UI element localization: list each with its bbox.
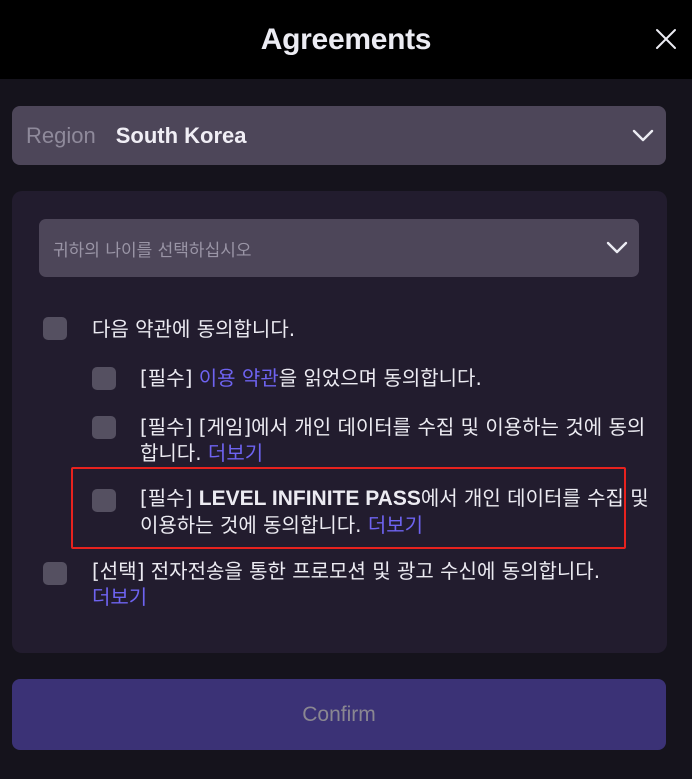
- terms-of-service-link[interactable]: 이용 약관: [199, 366, 279, 390]
- chevron-down-icon: [632, 128, 654, 144]
- promotions-text: [선택] 전자전송을 통한 프로모션 및 광고 수신에 동의합니다.: [92, 559, 601, 583]
- region-dropdown[interactable]: Region South Korea: [12, 106, 666, 165]
- game-data-label: [필수] [게임]에서 개인 데이터를 수집 및 이용하는 것에 동의합니다. …: [140, 414, 652, 466]
- level-infinite-pass-more-link[interactable]: 더보기: [368, 513, 423, 537]
- agree-all-checkbox[interactable]: [43, 317, 67, 340]
- chevron-down-icon: [606, 240, 628, 256]
- region-value: South Korea: [115, 122, 247, 148]
- dialog-header: Agreements: [0, 0, 692, 79]
- agree-all-label: 다음 약관에 동의합니다.: [92, 317, 296, 341]
- promotions-label: [선택] 전자전송을 통한 프로모션 및 광고 수신에 동의합니다. 더보기: [92, 558, 603, 610]
- close-button[interactable]: [654, 27, 678, 51]
- terms-of-service-label: [필수] 이용 약관을 읽었으며 동의합니다.: [140, 365, 482, 391]
- agreements-panel: 귀하의 나이를 선택하십시오 다음 약관에 동의합니다. [필수] 이용 약관을…: [12, 191, 667, 653]
- terms-of-service-row: [필수] 이용 약관을 읽었으며 동의합니다.: [92, 365, 482, 391]
- required-prefix: [필수]: [140, 366, 199, 390]
- dialog-title: Agreements: [260, 22, 432, 56]
- level-infinite-pass-label: [필수] LEVEL INFINITE PASS에서 개인 데이터를 수집 및 …: [140, 485, 652, 538]
- promotions-checkbox[interactable]: [43, 562, 67, 585]
- terms-of-service-suffix: 을 읽었으며 동의합니다.: [278, 366, 482, 390]
- age-placeholder: 귀하의 나이를 선택하십시오: [53, 240, 252, 261]
- confirm-label: Confirm: [302, 702, 376, 726]
- close-icon: [656, 29, 676, 49]
- confirm-button[interactable]: Confirm: [12, 679, 666, 750]
- game-data-row: [필수] [게임]에서 개인 데이터를 수집 및 이용하는 것에 동의합니다. …: [92, 414, 652, 466]
- promotions-row: [선택] 전자전송을 통한 프로모션 및 광고 수신에 동의합니다. 더보기: [43, 558, 603, 610]
- level-infinite-pass-checkbox[interactable]: [92, 489, 116, 512]
- promotions-more-link[interactable]: 더보기: [92, 585, 147, 609]
- game-data-checkbox[interactable]: [92, 416, 116, 439]
- level-infinite-pass-row: [필수] LEVEL INFINITE PASS에서 개인 데이터를 수집 및 …: [92, 485, 652, 538]
- region-label: Region: [26, 122, 96, 148]
- agree-all-row: 다음 약관에 동의합니다.: [43, 316, 295, 342]
- required-prefix: [필수]: [140, 486, 199, 510]
- age-dropdown[interactable]: 귀하의 나이를 선택하십시오: [39, 219, 639, 277]
- game-data-more-link[interactable]: 더보기: [208, 441, 263, 465]
- terms-of-service-checkbox[interactable]: [92, 367, 116, 390]
- level-infinite-pass-brand: LEVEL INFINITE PASS: [198, 487, 421, 510]
